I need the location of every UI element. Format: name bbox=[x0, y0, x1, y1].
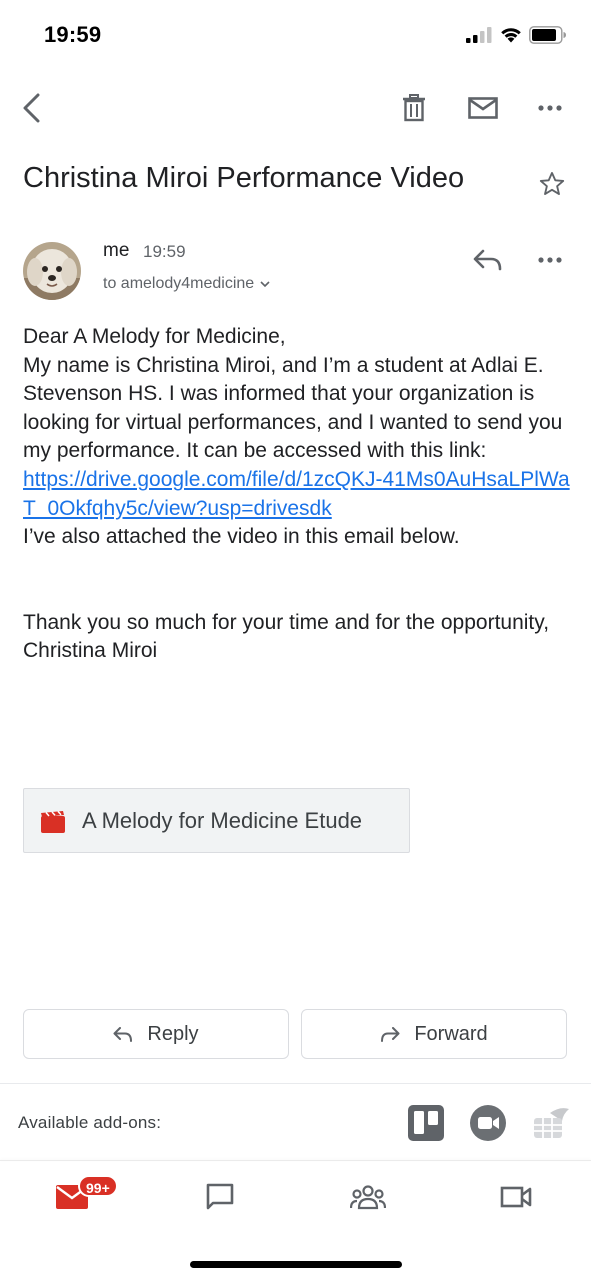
nav-rooms[interactable] bbox=[348, 1179, 388, 1215]
nav-chat[interactable] bbox=[200, 1179, 240, 1215]
mail-unread-icon bbox=[468, 97, 498, 119]
star-icon bbox=[539, 171, 565, 195]
mark-unread-button[interactable] bbox=[464, 90, 502, 126]
delete-button[interactable] bbox=[396, 90, 432, 126]
forward-button[interactable]: Forward bbox=[301, 1009, 567, 1059]
trash-icon bbox=[403, 94, 425, 122]
bottom-navigation: 99+ bbox=[0, 1161, 591, 1241]
drive-link[interactable]: https://drive.google.com/file/d/1zcQKJ-4… bbox=[23, 468, 570, 520]
email-signature: Christina Miroi bbox=[23, 639, 158, 663]
zoom-icon bbox=[470, 1105, 506, 1141]
email-body-intro: My name is Christina Miroi, and I’m a st… bbox=[23, 353, 563, 463]
reply-button[interactable]: Reply bbox=[23, 1009, 289, 1059]
back-button[interactable] bbox=[14, 90, 50, 126]
message-more-button[interactable] bbox=[532, 242, 568, 278]
chat-icon bbox=[206, 1183, 234, 1210]
status-bar: 19:59 bbox=[0, 0, 591, 70]
attachment-chip[interactable]: A Melody for Medicine Etude bbox=[23, 788, 410, 853]
email-subject: Christina Miroi Performance Video bbox=[23, 162, 465, 194]
top-app-bar bbox=[0, 80, 591, 136]
email-greeting: Dear A Melody for Medicine, bbox=[23, 325, 286, 348]
back-arrow-icon bbox=[23, 93, 40, 123]
nav-meet[interactable] bbox=[496, 1179, 536, 1215]
more-horizontal-icon bbox=[538, 105, 562, 111]
status-time: 19:59 bbox=[44, 22, 102, 47]
chevron-down-icon bbox=[260, 280, 270, 287]
trello-icon bbox=[408, 1105, 444, 1141]
meet-icon bbox=[500, 1186, 532, 1208]
more-horizontal-icon bbox=[538, 257, 562, 263]
sheet-icon bbox=[534, 1108, 569, 1138]
sheet-addon-button[interactable] bbox=[532, 1105, 569, 1141]
reply-icon bbox=[113, 1026, 133, 1042]
mail-unread-badge: 99+ bbox=[78, 1175, 118, 1197]
sender-name: me bbox=[103, 240, 130, 261]
dog-avatar-image bbox=[23, 242, 81, 300]
forward-label: Forward bbox=[414, 1022, 488, 1045]
wifi-icon bbox=[501, 28, 521, 43]
battery-icon bbox=[529, 26, 566, 44]
divider bbox=[0, 1083, 591, 1084]
attachment-name: A Melody for Medicine Etude bbox=[82, 808, 363, 833]
more-options-button[interactable] bbox=[532, 90, 568, 126]
sender-avatar[interactable] bbox=[23, 242, 81, 300]
recipient-details-toggle[interactable]: to amelody4medicine bbox=[103, 275, 270, 293]
star-button[interactable] bbox=[534, 166, 570, 202]
cellular-signal-icon bbox=[466, 27, 492, 43]
forward-icon bbox=[381, 1026, 400, 1042]
reply-icon bbox=[473, 249, 502, 271]
email-body-attachment-note: I’ve also attached the video in this ema… bbox=[23, 525, 460, 549]
email-closing: Thank you so much for your time and for … bbox=[23, 610, 550, 634]
reply-icon-button[interactable] bbox=[470, 242, 506, 278]
zoom-addon-button[interactable] bbox=[470, 1105, 506, 1141]
home-indicator[interactable] bbox=[190, 1261, 402, 1268]
reply-label: Reply bbox=[147, 1022, 199, 1045]
trello-addon-button[interactable] bbox=[408, 1105, 444, 1141]
video-file-icon bbox=[41, 811, 65, 833]
addons-label: Available add-ons: bbox=[18, 1113, 162, 1132]
recipient-text: to amelody4medicine bbox=[103, 275, 255, 292]
email-body: Dear A Melody for Medicine, My name is C… bbox=[23, 323, 571, 666]
rooms-icon bbox=[350, 1185, 386, 1210]
sent-time: 19:59 bbox=[143, 242, 186, 261]
